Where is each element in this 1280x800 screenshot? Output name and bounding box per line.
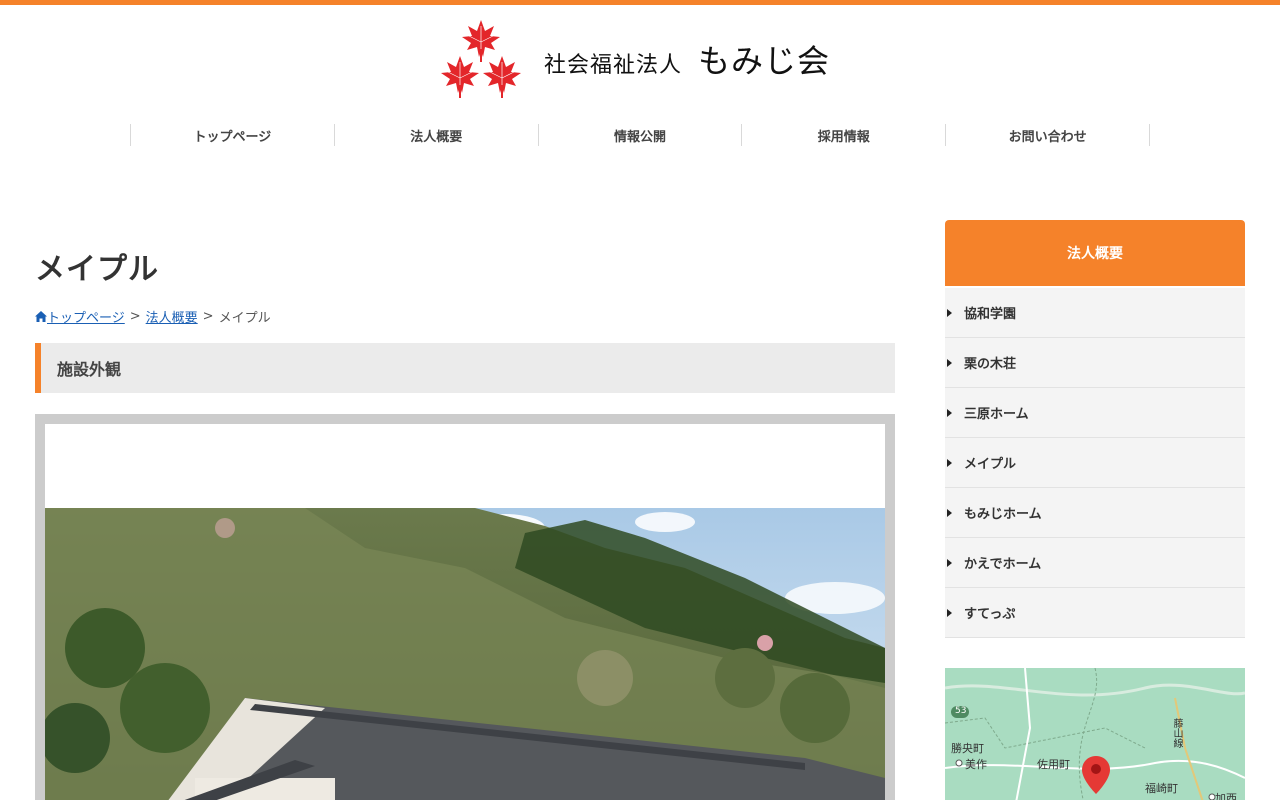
home-icon [35, 311, 47, 322]
sidebar-item-label: 協和学園 [964, 307, 1017, 322]
section-heading: 施設外観 [35, 343, 895, 393]
sidebar-menu: 協和学園 栗の木荘 三原ホーム メイプル もみじホーム かえでホーム すてっぷ [945, 288, 1245, 638]
breadcrumb-current: メイプル [218, 311, 271, 326]
sidebar-item-kaede-home[interactable]: かえでホーム [945, 538, 1245, 588]
sidebar-item-label: メイプル [964, 457, 1017, 472]
map-place-label: 勝央町 [951, 742, 984, 755]
map-pin-icon[interactable] [1082, 756, 1110, 794]
logo-subtitle: 社会福祉法人 [544, 53, 683, 78]
breadcrumb-separator: > [129, 309, 141, 324]
sidebar-item-label: もみじホーム [964, 507, 1042, 522]
nav-item-recruit[interactable]: 採用情報 [742, 124, 947, 146]
caret-right-icon [947, 308, 952, 317]
site-logo[interactable]: 社会福祉法人 もみじ会 [438, 18, 848, 100]
nav-item-contact[interactable]: お問い合わせ [946, 124, 1150, 146]
sidebar-item-kyowa[interactable]: 協和学園 [945, 288, 1245, 338]
caret-right-icon [947, 608, 952, 617]
sidebar-item-label: かえでホーム [964, 557, 1042, 572]
breadcrumb-parent-link[interactable]: 法人概要 [146, 307, 198, 326]
sidebar-item-kurinoki[interactable]: 栗の木荘 [945, 338, 1245, 388]
breadcrumb-home-link[interactable]: トップページ [35, 307, 125, 326]
map-place-label: 加西 [1215, 792, 1237, 800]
breadcrumb-home-label: トップページ [47, 311, 125, 326]
caret-right-icon [947, 408, 952, 417]
map-place-label: 藤山線 [1171, 718, 1182, 748]
map-place-label: 福崎町 [1145, 782, 1178, 795]
global-nav: トップページ 法人概要 情報公開 採用情報 お問い合わせ [130, 124, 1150, 146]
maple-leaf-icon [440, 19, 522, 99]
facility-exterior-photo [45, 508, 885, 800]
caret-right-icon [947, 458, 952, 467]
sidebar-item-step[interactable]: すてっぷ [945, 588, 1245, 638]
breadcrumb-separator: > [202, 309, 214, 324]
facility-photo-frame [35, 414, 895, 800]
top-accent-bar [0, 0, 1280, 5]
sidebar-item-momiji-home[interactable]: もみじホーム [945, 488, 1245, 538]
sidebar-item-label: 栗の木荘 [964, 357, 1017, 372]
nav-item-top[interactable]: トップページ [131, 124, 335, 146]
sidebar-heading: 法人概要 [945, 220, 1245, 286]
sidebar-item-label: 三原ホーム [964, 407, 1029, 422]
breadcrumb: トップページ > 法人概要 > メイプル [35, 307, 271, 326]
page-title: メイプル [35, 252, 159, 287]
sidebar-item-label: すてっぷ [964, 607, 1016, 622]
map-place-label: 佐用町 [1037, 758, 1070, 771]
caret-right-icon [947, 358, 952, 367]
sidebar-item-mihara[interactable]: 三原ホーム [945, 388, 1245, 438]
map-place-label: 美作 [965, 758, 987, 771]
caret-right-icon [947, 558, 952, 567]
logo-title: もみじ会 [698, 42, 831, 80]
sidebar-item-maple[interactable]: メイプル [945, 438, 1245, 488]
nav-item-about[interactable]: 法人概要 [335, 124, 539, 146]
map-route-label: 53 [955, 706, 967, 716]
access-map[interactable]: 53 勝央町 美作 佐用町 福崎町 加西 藤山線 [945, 668, 1245, 800]
nav-item-disclosure[interactable]: 情報公開 [539, 124, 743, 146]
caret-right-icon [947, 508, 952, 517]
